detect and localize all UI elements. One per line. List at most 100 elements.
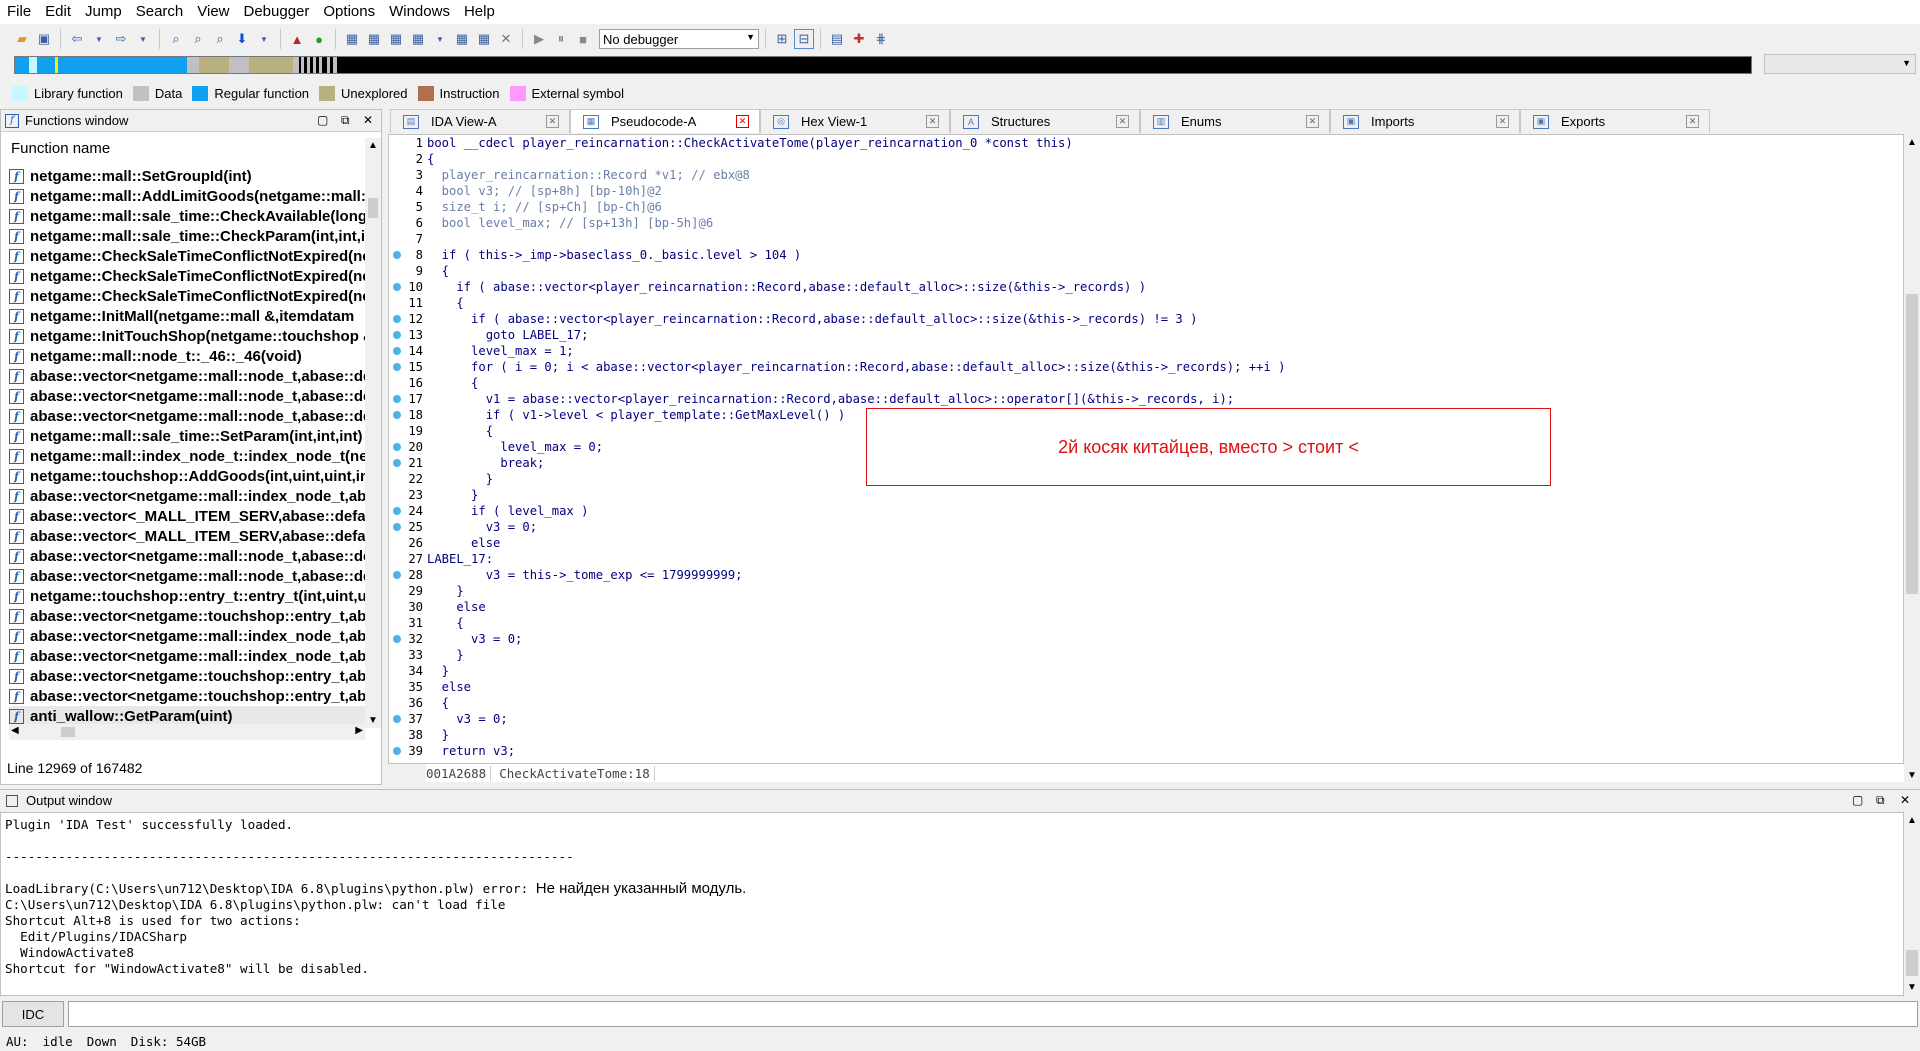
search-text-icon[interactable]: ⌕ (188, 29, 208, 49)
code-text[interactable]: bool level_max; // [sp+13h] [bp-5h]@6 (425, 215, 714, 231)
code-line[interactable]: 33 } (389, 647, 1903, 663)
breakpoint-gutter[interactable] (389, 407, 405, 423)
code-line[interactable]: 14 level_max = 1; (389, 343, 1903, 359)
code-text[interactable]: level_max = 0; (425, 439, 603, 455)
debugger-select[interactable]: No debugger ▼ (599, 29, 759, 49)
function-list-item[interactable]: f abase::vector<netgame::touchshop::entry… (9, 686, 365, 706)
breakpoint-gutter[interactable] (389, 199, 405, 215)
function-list-item[interactable]: f netgame::CheckSaleTimeConflictNotExpire… (9, 286, 365, 306)
chevron-down-icon[interactable]: ▼ (254, 29, 274, 49)
function-list-item[interactable]: f abase::vector<netgame::mall::node_t,aba… (9, 366, 365, 386)
breakpoint-gutter[interactable] (389, 279, 405, 295)
output-vertical-scrollbar[interactable]: ▲ ▼ (1904, 812, 1920, 996)
code-line[interactable]: 6 bool level_max; // [sp+13h] [bp-5h]@6 (389, 215, 1903, 231)
function-list-item[interactable]: f abase::vector<netgame::mall::index_node… (9, 486, 365, 506)
chevron-down-icon[interactable]: ▼ (430, 29, 450, 49)
function-list-item[interactable]: f netgame::mall::AddLimitGoods(netgame::m… (9, 186, 365, 206)
float-icon[interactable]: ⧉ (1876, 793, 1885, 808)
attach-icon[interactable]: ⊞ (772, 29, 792, 49)
code-line[interactable]: 7 (389, 231, 1903, 247)
code-text[interactable]: { (425, 263, 449, 279)
code-text[interactable]: } (425, 583, 463, 599)
menu-view[interactable]: View (190, 0, 236, 24)
code-line[interactable]: 13 goto LABEL_17; (389, 327, 1903, 343)
breakpoint-gutter[interactable] (389, 679, 405, 695)
code-text[interactable]: return v3; (425, 743, 515, 759)
close-icon[interactable]: ✕ (1306, 115, 1319, 128)
tracing-icon[interactable]: ⋕ (871, 29, 891, 49)
breakpoint-gutter[interactable] (389, 391, 405, 407)
code-text[interactable]: if ( abase::vector<player_reincarnation:… (425, 279, 1146, 295)
function-list-item[interactable]: f netgame::touchshop::entry_t::entry_t(in… (9, 586, 365, 606)
code-text[interactable]: if ( level_max ) (425, 503, 588, 519)
breakpoint-gutter[interactable] (389, 295, 405, 311)
menu-edit[interactable]: Edit (38, 0, 78, 24)
breakpoint-gutter[interactable] (389, 487, 405, 503)
code-text[interactable]: { (425, 375, 478, 391)
breakpoint-gutter[interactable] (389, 583, 405, 599)
function-list-item[interactable]: f netgame::InitMall(netgame::mall &,itemd… (9, 306, 365, 326)
close-icon[interactable]: ✕ (926, 115, 939, 128)
code-line[interactable]: 34 } (389, 663, 1903, 679)
search-next-icon[interactable]: ⌕ (210, 29, 230, 49)
menu-help[interactable]: Help (457, 0, 502, 24)
rename-icon[interactable]: ▦ (474, 29, 494, 49)
code-text[interactable]: } (425, 471, 493, 487)
code-line[interactable]: 28 v3 = this->_tome_exp <= 1799999999; (389, 567, 1903, 583)
menu-debugger[interactable]: Debugger (237, 0, 317, 24)
code-line[interactable]: 3 player_reincarnation::Record *v1; // e… (389, 167, 1903, 183)
graph-icon[interactable]: ▲ (287, 29, 307, 49)
scroll-up-icon[interactable]: ▲ (1907, 137, 1917, 148)
breakpoint-gutter[interactable] (389, 183, 405, 199)
function-list-item[interactable]: f abase::vector<netgame::mall::index_node… (9, 646, 365, 666)
breakpoint-gutter[interactable] (389, 663, 405, 679)
close-icon[interactable]: ✕ (496, 29, 516, 49)
breakpoint-gutter[interactable] (389, 247, 405, 263)
function-list-item[interactable]: f abase::vector<netgame::touchshop::entry… (9, 666, 365, 686)
breakpoint-gutter[interactable] (389, 423, 405, 439)
make-string-icon[interactable]: ▦ (386, 29, 406, 49)
function-list-item[interactable]: f abase::vector<netgame::touchshop::entry… (9, 606, 365, 626)
code-text[interactable]: else (425, 599, 485, 615)
code-text[interactable]: v3 = this->_tome_exp <= 1799999999; (425, 567, 743, 583)
function-list-item[interactable]: f netgame::mall::sale_time::CheckParam(in… (9, 226, 365, 246)
breakpoint-gutter[interactable] (389, 151, 405, 167)
save-icon[interactable]: ▣ (34, 29, 54, 49)
menu-file[interactable]: File (0, 0, 38, 24)
code-line[interactable]: 17 v1 = abase::vector<player_reincarnati… (389, 391, 1903, 407)
code-line[interactable]: 25 v3 = 0; (389, 519, 1903, 535)
code-line[interactable]: 27 LABEL_17: (389, 551, 1903, 567)
function-list-item[interactable]: f netgame::mall::index_node_t::index_node… (9, 446, 365, 466)
restore-icon[interactable]: ▢ (317, 113, 328, 127)
code-text[interactable]: { (425, 151, 434, 167)
code-text[interactable]: v3 = 0; (425, 519, 537, 535)
scroll-up-icon[interactable]: ▲ (1907, 815, 1917, 826)
function-list-item[interactable]: f abase::vector<netgame::mall::node_t,aba… (9, 566, 365, 586)
code-text[interactable]: { (425, 423, 493, 439)
code-line[interactable]: 38 } (389, 727, 1903, 743)
code-line[interactable]: 24 if ( level_max ) (389, 503, 1903, 519)
add-breakpoint-icon[interactable]: ✚ (849, 29, 869, 49)
idc-language-button[interactable]: IDC (2, 1001, 64, 1027)
function-list-item[interactable]: f abase::vector<_MALL_ITEM_SERV,abase::de… (9, 526, 365, 546)
tab-enums[interactable]: ▥ Enums ✕ (1140, 109, 1330, 133)
code-line[interactable]: 26 else (389, 535, 1903, 551)
pseudocode-vertical-scrollbar[interactable]: ▲ ▼ (1904, 134, 1920, 784)
function-list-item[interactable]: f netgame::touchshop::AddGoods(int,uint,u… (9, 466, 365, 486)
scroll-left-icon[interactable]: ◀ (11, 725, 19, 736)
play-icon[interactable]: ▶ (529, 29, 549, 49)
function-list-item[interactable]: f abase::vector<netgame::mall::node_t,aba… (9, 386, 365, 406)
code-line[interactable]: 15 for ( i = 0; i < abase::vector<player… (389, 359, 1903, 375)
menu-jump[interactable]: Jump (78, 0, 129, 24)
close-icon[interactable]: ✕ (1496, 115, 1509, 128)
breakpoint-gutter[interactable] (389, 631, 405, 647)
float-icon[interactable]: ⧉ (341, 113, 350, 128)
code-line[interactable]: 5 size_t i; // [sp+Ch] [bp-Ch]@6 (389, 199, 1903, 215)
code-line[interactable]: 31 { (389, 615, 1903, 631)
breakpoint-gutter[interactable] (389, 231, 405, 247)
code-line[interactable]: 8 if ( this->_imp->baseclass_0._basic.le… (389, 247, 1903, 263)
close-icon[interactable]: ✕ (1686, 115, 1699, 128)
jump-down-icon[interactable]: ⬇ (232, 29, 252, 49)
make-code-icon[interactable]: ▦ (342, 29, 362, 49)
breakpoint-gutter[interactable] (389, 135, 405, 151)
